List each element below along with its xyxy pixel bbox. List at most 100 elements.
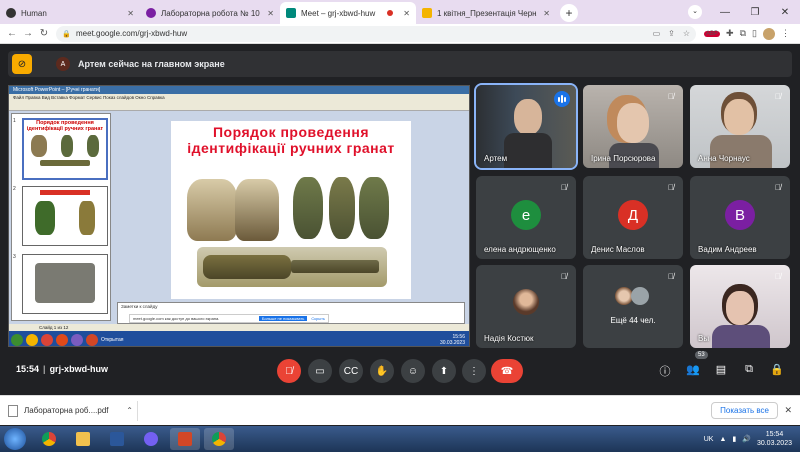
clock-time: 15:54 — [765, 431, 784, 438]
close-icon[interactable]: ✕ — [121, 9, 134, 18]
captions-button[interactable]: CC — [339, 359, 363, 383]
menu-icon[interactable]: ⋮ — [781, 28, 790, 39]
emoji-button[interactable]: ☺ — [401, 359, 425, 383]
slide-thumbnails: 1 Порядок проведення ідентифікації ручни… — [11, 113, 111, 321]
lock-icon[interactable]: 🔒 — [62, 30, 71, 38]
minimize-icon[interactable]: — — [710, 7, 740, 18]
tab-title: Meet – grj-xbwd-huw — [301, 8, 376, 18]
tab-human[interactable]: Human ✕ — [0, 2, 140, 24]
chevron-up-icon[interactable]: ⌃ — [126, 406, 133, 415]
camera-icon[interactable]: ▭ — [653, 29, 661, 38]
taskbar-word[interactable] — [102, 428, 132, 450]
present-button[interactable]: ⬆ — [432, 359, 456, 383]
close-icon[interactable]: ✕ — [261, 9, 274, 18]
close-icon[interactable]: ✕ — [784, 405, 792, 416]
network-icon[interactable]: ▮ — [732, 435, 736, 443]
tab-title: Human — [21, 8, 47, 18]
show-all-button[interactable]: Показать все — [711, 402, 778, 419]
tab-search-icon[interactable]: ⌄ — [688, 5, 702, 19]
volume-icon[interactable]: 🔊 — [742, 435, 751, 443]
leave-call-button[interactable]: ☎ — [491, 359, 523, 383]
lang-indicator[interactable]: UK — [704, 436, 714, 443]
tray-arrow-icon[interactable]: ▲ — [719, 436, 726, 443]
hide-button[interactable]: Скрыть — [311, 316, 325, 321]
activities-icon[interactable]: ⧉ — [741, 363, 757, 376]
mic-off-button[interactable]: 🎙̸ — [277, 359, 301, 383]
close-window-icon[interactable]: ✕ — [770, 7, 800, 18]
participant-tile[interactable]: Д 🎙̸ Денис Маслов — [583, 176, 683, 259]
new-tab-button[interactable]: + — [560, 4, 578, 22]
tab-favicon — [6, 8, 16, 18]
share-icon[interactable]: ⇪ — [668, 29, 675, 38]
current-slide: Порядок проведення ідентифікації ручних … — [171, 121, 411, 299]
thumb-title: Порядок проведення ідентифікації ручних … — [26, 120, 104, 132]
participant-name: Артем — [484, 154, 508, 163]
avatar: А — [56, 57, 70, 71]
presentation-off-icon[interactable]: ⊘ — [12, 54, 32, 74]
taskbar-viber[interactable] — [136, 428, 166, 450]
taskbar-explorer[interactable] — [68, 428, 98, 450]
sidepanel-icon[interactable]: ▯ — [752, 28, 757, 39]
taskbar-chrome-2[interactable] — [204, 428, 234, 450]
avatar: Д — [618, 200, 648, 230]
info-icon[interactable]: ⓘ — [657, 363, 673, 379]
tab-meet[interactable]: Meet – grj-xbwd-huw ✕ — [280, 2, 416, 24]
puzzle-icon[interactable]: ⧉ — [740, 28, 746, 39]
slides-icon — [422, 8, 432, 18]
taskbar-powerpoint[interactable] — [170, 428, 200, 450]
more-participants-tile[interactable]: 🎙̸ Ещё 44 чел. — [583, 265, 683, 348]
reload-icon[interactable]: ↻ — [36, 28, 52, 39]
participant-tile[interactable]: 🎙̸ Ірина Порсюрова — [583, 85, 683, 168]
start-button[interactable] — [4, 428, 26, 450]
more-options-button[interactable]: ⋮ — [462, 359, 486, 383]
url-text: meet.google.com/grj-xbwd-huw — [76, 29, 188, 38]
participant-name: Ірина Порсюрова — [591, 154, 656, 163]
thumbnail-slide-1[interactable]: Порядок проведення ідентифікації ручних … — [22, 118, 108, 180]
grenade-image-5 — [359, 177, 389, 239]
pdf-file-icon — [8, 404, 18, 417]
stop-share-button[interactable]: Больше не показывать — [258, 316, 308, 321]
adblock-icon[interactable]: ABP — [704, 30, 721, 37]
camera-button[interactable]: ▭ — [308, 359, 332, 383]
close-icon[interactable]: ✕ — [537, 9, 550, 18]
thumb-grenades — [24, 135, 106, 157]
thumb-header — [40, 190, 90, 195]
chrome-icon — [41, 333, 53, 346]
tab-presentation[interactable]: 1 квітня_Презентація Чернякова ✕ — [416, 2, 556, 24]
mic-off-icon: 🎙̸ — [561, 271, 567, 281]
close-icon[interactable]: ✕ — [397, 9, 410, 18]
camera-icon: ▭ — [315, 365, 325, 377]
self-tile[interactable]: 🎙̸ Вы — [690, 265, 790, 348]
avatar — [631, 287, 649, 305]
chat-icon[interactable]: ▤ — [713, 363, 729, 376]
people-icon[interactable]: 👥 — [685, 363, 701, 376]
download-item[interactable]: Лабораторна роб....pdf ⌃ — [8, 400, 138, 421]
participant-count-badge: 53 — [695, 351, 708, 359]
raise-hand-button[interactable]: ✋ — [370, 359, 394, 383]
participant-tile[interactable]: 🎙̸ Надія Костюк — [476, 265, 576, 348]
mic-off-icon: 🎙̸ — [668, 91, 674, 101]
profile-avatar[interactable] — [762, 27, 775, 40]
participant-tile[interactable]: Артем — [474, 83, 578, 170]
extension-icon[interactable]: ✚ — [726, 28, 734, 39]
participant-tile[interactable]: е 🎙̸ елена андрющенко — [476, 176, 576, 259]
participant-tile[interactable]: В 🎙̸ Вадим Андреев — [690, 176, 790, 259]
back-icon[interactable]: ← — [4, 28, 20, 39]
maximize-icon[interactable]: ❐ — [740, 7, 770, 18]
taskbar-chrome[interactable] — [34, 428, 64, 450]
clock-date: 30.03.2023 — [756, 440, 792, 447]
host-controls-icon[interactable]: 🔒 — [769, 363, 785, 376]
participant-tile[interactable]: 🎙̸ Анна Чорнаус — [690, 85, 790, 168]
mic-off-icon: 🎙̸ — [775, 182, 781, 192]
hand-icon: ✋ — [375, 365, 389, 377]
url-field[interactable]: 🔒 meet.google.com/grj-xbwd-huw ▭ ⇪ ☆ — [56, 25, 696, 42]
thumbnail-slide-3[interactable] — [22, 254, 108, 314]
thumbnail-slide-2[interactable] — [22, 186, 108, 246]
bookmark-star-icon[interactable]: ☆ — [683, 29, 690, 38]
clock[interactable]: 15:54 30.03.2023 — [757, 430, 792, 448]
forward-icon[interactable]: → — [20, 28, 36, 39]
powerpoint-icon — [86, 333, 98, 346]
meeting-controls: 15:54 | grj-xbwd-huw 🎙̸ ▭ CC ✋ ☺ ⬆ ⋮ ☎ ⓘ 👥… — [0, 352, 800, 390]
viber-icon — [71, 333, 83, 346]
tab-lab-work[interactable]: Лабораторна робота № 10 (2) р ✕ — [140, 2, 280, 24]
